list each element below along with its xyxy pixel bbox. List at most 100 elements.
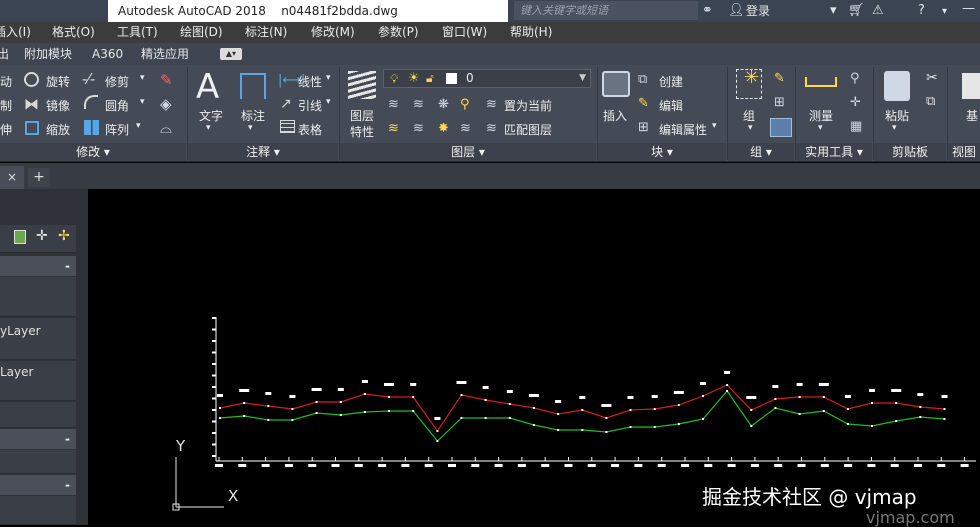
menu-window[interactable]: 窗口(W) (442, 22, 487, 43)
collapse-button[interactable]: - (65, 256, 70, 276)
new-layer-icon[interactable] (14, 230, 26, 244)
layer-tool-icon[interactable]: ≋ (460, 121, 471, 136)
group-edit-icon[interactable]: ⊞ (774, 95, 785, 110)
paste-icon[interactable] (884, 71, 910, 101)
layer-tool-icon[interactable]: ≋ (388, 121, 399, 136)
linear-button[interactable]: 线性 (298, 73, 322, 90)
leader-dropdown-icon[interactable]: ▾ (326, 97, 331, 107)
dimension-button[interactable]: 标注 (241, 107, 265, 124)
rotate-button[interactable]: 旋转 (46, 73, 70, 90)
new-tab-button[interactable]: + (28, 168, 50, 187)
utilities-panel-title[interactable]: 实用工具 ▾ (796, 143, 872, 161)
fillet-button[interactable]: 圆角 (105, 97, 129, 114)
dropdown-arrow-icon[interactable]: ▾ (830, 3, 837, 18)
modify-stretch-label[interactable]: 伸 (0, 121, 12, 138)
group-panel-title[interactable]: 组 ▾ (728, 143, 794, 161)
insert-block-icon[interactable] (602, 71, 630, 97)
block-panel-title[interactable]: 块 ▾ (598, 143, 726, 161)
login-button[interactable]: 登录 (746, 0, 770, 22)
tab-featured-apps[interactable]: 精选应用 (141, 43, 189, 65)
array-button[interactable]: 阵列 (105, 121, 129, 138)
layers-panel-title[interactable]: 图层 ▾ (340, 143, 596, 161)
menu-tools[interactable]: 工具(T) (117, 22, 158, 43)
cut-icon[interactable]: ✂ (926, 70, 938, 86)
layer-tool-icon[interactable]: ✸ (438, 121, 449, 136)
text-button[interactable]: 文字 (199, 107, 223, 124)
group-selection-icon[interactable] (770, 118, 792, 137)
scale-button[interactable]: 缩放 (46, 121, 70, 138)
offset-icon[interactable]: ⌓ (160, 119, 172, 137)
base-view-icon[interactable] (962, 73, 980, 99)
menu-insert[interactable]: 插入(I) (0, 22, 31, 43)
leader-button[interactable]: 引线 (298, 97, 322, 114)
layer-properties-label-1[interactable]: 图层 (350, 107, 374, 124)
create-block-button[interactable]: 创建 (659, 73, 683, 90)
set-current-button[interactable]: 置为当前 (504, 97, 552, 114)
user-icon[interactable]: 👤︎ (728, 3, 745, 18)
menu-help[interactable]: 帮助(H) (510, 22, 552, 43)
insert-block-button[interactable]: 插入 (603, 107, 627, 124)
list-item[interactable]: Layer (0, 361, 76, 401)
annotation-panel-title[interactable]: 注释 ▾ (188, 143, 338, 161)
layer-properties-icon[interactable] (348, 71, 376, 99)
paste-button[interactable]: 粘贴 (885, 107, 909, 124)
cart-icon[interactable]: 🛒︎ (848, 3, 865, 18)
layer-properties-label-2[interactable]: 特性 (350, 123, 374, 140)
tab-addins[interactable]: 附加模块 (24, 43, 72, 65)
palette-section-header[interactable]: - (0, 429, 76, 449)
measure-button[interactable]: 测量 (809, 107, 833, 124)
list-item[interactable] (0, 402, 76, 428)
linear-dropdown-icon[interactable]: ▾ (326, 73, 331, 83)
exchange-icon[interactable]: ⚠︎ (872, 3, 884, 18)
menu-modify[interactable]: 修改(M) (311, 22, 355, 43)
collapse-button[interactable]: - (65, 429, 70, 449)
edit-attributes-button[interactable]: 编辑属性 (659, 121, 707, 138)
collapse-button[interactable]: - (65, 475, 70, 495)
group-button[interactable]: 组 (743, 107, 755, 124)
modify-move-label[interactable]: 动 (0, 73, 12, 90)
text-dropdown-icon[interactable]: ▾ (206, 123, 211, 133)
calculator-icon[interactable]: ▦ (850, 119, 862, 134)
trim-button[interactable]: 修剪 (105, 73, 129, 90)
measure-icon[interactable] (805, 77, 837, 87)
list-item[interactable] (0, 277, 76, 317)
layer-tool-icon[interactable]: ≋ (413, 97, 424, 112)
layer-tool-icon[interactable]: ⚲ (460, 97, 470, 112)
tab-output[interactable]: 出 (0, 43, 9, 65)
palette-section-header[interactable]: - (0, 475, 76, 495)
base-view-button[interactable]: 基 (966, 107, 978, 124)
text-icon[interactable]: A (196, 67, 219, 107)
clipboard-panel-title[interactable]: 剪贴板 (874, 143, 946, 161)
list-item[interactable] (0, 496, 76, 525)
table-button[interactable]: 表格 (298, 121, 322, 138)
ribbon-toggle-button[interactable]: ▲▾ (220, 48, 242, 60)
dimension-icon[interactable] (240, 73, 266, 99)
quick-select-icon[interactable]: ⚲ (850, 71, 860, 86)
menu-format[interactable]: 格式(O) (52, 22, 95, 43)
minimize-icon[interactable]: — (962, 1, 975, 16)
menu-parameters[interactable]: 参数(P) (378, 22, 419, 43)
binoculars-icon[interactable]: ⚭ (702, 3, 713, 18)
palette-section-header[interactable]: - (0, 256, 76, 276)
help-icon[interactable]: ? (918, 3, 925, 18)
view-panel-title[interactable]: 视图 (948, 143, 980, 161)
mirror-button[interactable]: 镜像 (46, 97, 70, 114)
trim-dropdown-icon[interactable]: ▾ (140, 73, 145, 83)
edit-block-button[interactable]: 编辑 (659, 97, 683, 114)
erase-icon[interactable]: ✎ (160, 71, 173, 89)
measure-dropdown-icon[interactable]: ▾ (818, 123, 823, 133)
edit-attributes-dropdown-icon[interactable]: ▾ (712, 121, 717, 131)
explode-icon[interactable]: ◈ (160, 95, 172, 113)
drawing-canvas[interactable] (88, 189, 980, 525)
match-layer-button[interactable]: 匹配图层 (504, 121, 552, 138)
crosshair-icon[interactable]: ✛ (36, 228, 48, 244)
group-dropdown-icon[interactable]: ▾ (748, 123, 753, 133)
ungroup-icon[interactable]: ✎ (774, 71, 785, 86)
search-input[interactable]: 键入关键字或短语 (514, 1, 698, 20)
menu-dimension[interactable]: 标注(N) (245, 22, 287, 43)
tab-a360[interactable]: A360 (92, 43, 123, 65)
dimension-dropdown-icon[interactable]: ▾ (248, 123, 253, 133)
fillet-dropdown-icon[interactable]: ▾ (140, 97, 145, 107)
modify-copy-label[interactable]: 制 (0, 97, 12, 114)
layer-tool-icon[interactable]: ❋ (438, 97, 449, 112)
